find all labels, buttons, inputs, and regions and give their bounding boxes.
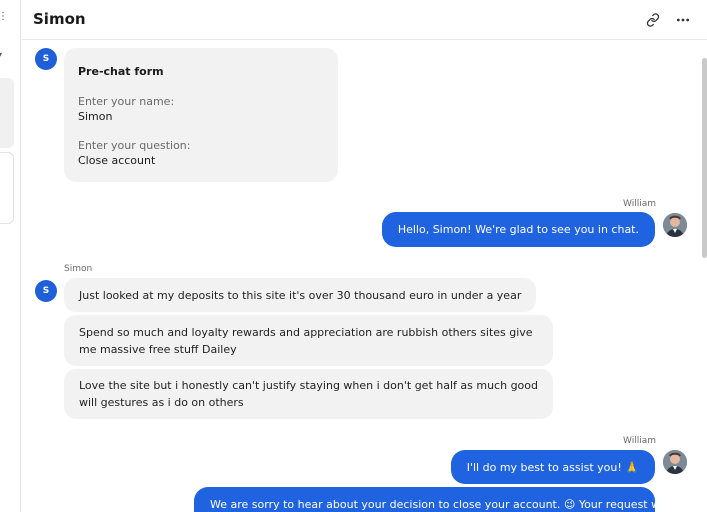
message-bubble: Spend so much and loyalty rewards and ap…	[64, 315, 553, 366]
message-bubble: I'll do my best to assist you! 🙏	[450, 450, 655, 484]
avatar	[663, 450, 687, 474]
message-bubble: Just looked at my deposits to this site …	[64, 278, 537, 312]
menu-dots-icon[interactable]: ⋮	[0, 11, 8, 22]
form-title: Pre-chat form	[78, 65, 164, 78]
more-options-button[interactable]	[673, 10, 693, 30]
link-icon	[646, 13, 660, 27]
chevron-down-icon[interactable]: ▾	[0, 50, 2, 59]
sender-name: William	[623, 436, 656, 446]
sender-name: William	[623, 199, 656, 209]
avatar: S	[35, 280, 57, 302]
sender-name: Simon	[64, 264, 93, 274]
chat-header: Simon	[22, 0, 707, 40]
conversation-list-item[interactable]	[0, 152, 14, 224]
copy-link-button[interactable]	[643, 10, 663, 30]
conversation-list-item[interactable]	[0, 78, 14, 148]
more-horizontal-icon	[676, 18, 690, 22]
pre-chat-form-card: Pre-chat form Enter your name: Simon Ent…	[64, 48, 338, 182]
form-field-value: Simon	[78, 110, 113, 123]
form-field-label: Enter your question:	[78, 139, 191, 152]
avatar	[663, 213, 687, 237]
form-field-label: Enter your name:	[78, 95, 175, 108]
message-bubble: Hello, Simon! We're glad to see you in c…	[381, 212, 655, 247]
form-field-value: Close account	[78, 154, 156, 167]
conversation-list-strip: ⋮ ▾	[0, 0, 21, 512]
message-bubble: We are sorry to hear about your decision…	[194, 487, 655, 512]
scrollbar[interactable]	[702, 58, 707, 258]
page-title: Simon	[33, 10, 86, 28]
message-bubble: Love the site but i honestly can't justi…	[64, 369, 553, 419]
avatar: S	[35, 48, 57, 70]
